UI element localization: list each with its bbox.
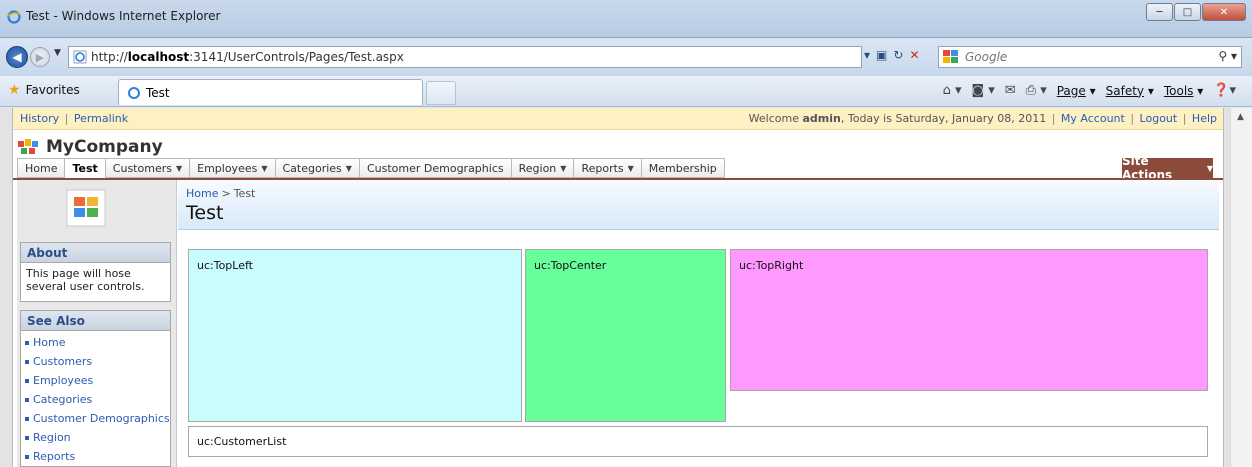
welcome-user: admin <box>802 112 841 125</box>
see-also-categories[interactable]: Categories <box>25 390 170 409</box>
ie-tab-icon <box>128 86 140 99</box>
welcome-prefix: Welcome <box>748 112 803 125</box>
page-topbar: History | Permalink Welcome admin, Today… <box>13 108 1223 130</box>
window-titlebar: Test - Windows Internet Explorer ─ □ ✕ <box>0 0 1252 38</box>
brand: MyCompany <box>18 137 163 157</box>
history-link[interactable]: History <box>20 112 59 125</box>
page-title: Test <box>186 202 224 224</box>
google-logo-icon <box>943 50 958 63</box>
recent-pages-dropdown-icon[interactable]: ▼ <box>54 48 61 58</box>
about-box: About This page will hose several user c… <box>20 242 171 302</box>
menu-customer-demographics[interactable]: Customer Demographics <box>359 158 512 178</box>
page-picture-icon <box>66 189 106 227</box>
top-center-control: uc:TopCenter <box>525 249 726 422</box>
chevron-down-icon: ▼ <box>345 163 352 173</box>
menu-customers[interactable]: Customers ▼ <box>105 158 191 178</box>
menu-home[interactable]: Home <box>17 158 66 178</box>
feeds-icon[interactable]: ◙ ▾ <box>971 83 994 98</box>
breadcrumb: Home > Test <box>186 187 256 200</box>
my-account-link[interactable]: My Account <box>1061 112 1125 125</box>
forward-button[interactable]: ▶ <box>30 47 50 67</box>
about-text: This page will hose several user control… <box>26 267 145 293</box>
back-button[interactable]: ◀ <box>6 46 28 68</box>
see-also-region[interactable]: Region <box>25 428 170 447</box>
vertical-scrollbar[interactable]: ▲ <box>1230 108 1252 467</box>
menu-employees[interactable]: Employees ▼ <box>190 158 276 178</box>
company-logo-icon <box>18 139 38 154</box>
about-title: About <box>21 243 170 263</box>
safety-menu[interactable]: Safety ▾ <box>1106 84 1154 98</box>
address-bar[interactable]: http://localhost:3141/UserControls/Pages… <box>68 46 862 68</box>
page-menu[interactable]: Page ▾ <box>1057 84 1096 98</box>
see-also-home[interactable]: Home <box>25 333 170 352</box>
close-window-button[interactable]: ✕ <box>1202 3 1246 21</box>
address-dropdown-icon[interactable]: ▾ <box>864 48 870 62</box>
permalink-link[interactable]: Permalink <box>74 112 128 125</box>
scroll-up-icon[interactable]: ▲ <box>1237 112 1244 122</box>
ie-logo-icon <box>7 10 21 24</box>
menu-reports[interactable]: Reports ▼ <box>574 158 642 178</box>
mail-icon[interactable]: ✉ <box>1005 83 1016 98</box>
search-box[interactable]: ⚲ ▾ <box>938 46 1242 68</box>
compatibility-view-icon[interactable]: ▣ <box>876 48 887 62</box>
top-right-control: uc:TopRight <box>730 249 1208 391</box>
logout-link[interactable]: Logout <box>1140 112 1178 125</box>
browser-tab-test[interactable]: Test <box>118 79 423 105</box>
see-also-title: See Also <box>21 311 170 331</box>
address-toolbar: ◀ ▶ ▼ http://localhost:3141/UserControls… <box>0 38 1252 76</box>
sidebar: About This page will hose several user c… <box>17 180 177 467</box>
help-link[interactable]: Help <box>1192 112 1217 125</box>
refresh-icon[interactable]: ↻ <box>893 48 903 62</box>
company-name: MyCompany <box>46 137 163 157</box>
see-also-customers[interactable]: Customers <box>25 352 170 371</box>
web-page: History | Permalink Welcome admin, Today… <box>12 108 1224 467</box>
url-prefix: http:// <box>91 50 128 64</box>
page-ie-icon <box>73 50 87 64</box>
favorites-bar: ★ Favorites Test ⌂ ▾ ◙ ▾ ✉ ⎙ ▾ Page ▾ Sa… <box>0 76 1252 107</box>
menu-membership[interactable]: Membership <box>641 158 725 178</box>
welcome-date: , Today is Saturday, January 08, 2011 <box>840 112 1047 125</box>
customer-list-control: uc:CustomerList <box>188 426 1208 457</box>
see-also-reports[interactable]: Reports <box>25 447 170 466</box>
top-left-control: uc:TopLeft <box>188 249 522 422</box>
page-viewport: History | Permalink Welcome admin, Today… <box>0 108 1252 467</box>
breadcrumb-home[interactable]: Home <box>186 187 218 200</box>
see-also-box: See Also Home Customers Employees Catego… <box>20 310 171 467</box>
print-icon[interactable]: ⎙ ▾ <box>1026 83 1047 98</box>
maximize-button[interactable]: □ <box>1174 3 1201 21</box>
help-icon[interactable]: ❓▾ <box>1213 83 1236 98</box>
content-header: Home > Test Test <box>178 180 1219 230</box>
url-host: localhost <box>127 50 190 64</box>
arrow-right-icon: ▶ <box>35 50 45 64</box>
chevron-down-icon: ▼ <box>175 163 183 173</box>
chevron-down-icon: ▼ <box>627 163 634 173</box>
minimize-button[interactable]: ─ <box>1146 3 1173 21</box>
url-path: :3141/UserControls/Pages/Test.aspx <box>189 50 404 64</box>
new-tab-button[interactable] <box>426 81 456 105</box>
favorites-label: Favorites <box>25 83 80 97</box>
chevron-down-icon: ▼ <box>1206 163 1213 173</box>
breadcrumb-current: Test <box>233 187 256 200</box>
tools-menu[interactable]: Tools ▾ <box>1164 84 1203 98</box>
arrow-left-icon: ◀ <box>12 50 22 64</box>
search-icon[interactable]: ⚲ ▾ <box>1218 49 1237 63</box>
site-actions-button[interactable]: Site Actions ▼ <box>1122 154 1213 182</box>
favorites-button[interactable]: ★ Favorites <box>8 82 80 98</box>
menu-test[interactable]: Test <box>65 158 106 178</box>
menu-region[interactable]: Region ▼ <box>511 158 575 178</box>
main-menu: Home Test Customers ▼ Employees ▼ Categori… <box>13 154 1223 182</box>
chevron-down-icon: ▼ <box>560 163 567 173</box>
search-input[interactable] <box>965 50 1205 64</box>
window-title: Test - Windows Internet Explorer <box>26 9 221 23</box>
star-icon: ★ <box>8 82 21 98</box>
see-also-customer-demographics[interactable]: Customer Demographics <box>25 409 170 428</box>
stop-icon[interactable]: ✕ <box>909 48 919 62</box>
browser-tab-label: Test <box>146 85 170 100</box>
see-also-employees[interactable]: Employees <box>25 371 170 390</box>
chevron-down-icon: ▼ <box>261 163 268 173</box>
home-icon[interactable]: ⌂ ▾ <box>943 83 962 98</box>
menu-categories[interactable]: Categories ▼ <box>275 158 360 178</box>
